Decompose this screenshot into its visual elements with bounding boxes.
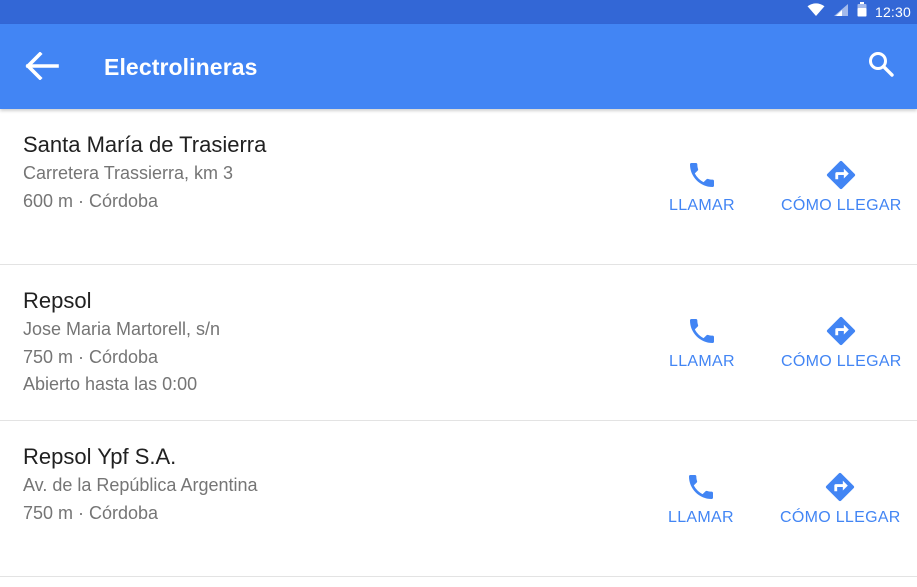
directions-button[interactable]: CÓMO LLEGAR (780, 469, 901, 527)
directions-icon (823, 313, 859, 349)
directions-button[interactable]: CÓMO LLEGAR (781, 313, 902, 371)
call-label: LLAMAR (669, 197, 735, 214)
station-name: Repsol (23, 288, 92, 313)
station-info: Santa María de Trasierra Carretera Trass… (23, 131, 266, 215)
directions-label: CÓMO LLEGAR (781, 353, 902, 370)
station-name: Santa María de Trasierra (23, 132, 267, 157)
list-item[interactable]: Repsol Jose Maria Martorell, s/n 750 m ·… (0, 265, 917, 421)
phone-icon (684, 313, 720, 349)
search-button[interactable] (859, 44, 903, 88)
call-button[interactable]: LLAMAR (669, 313, 735, 371)
wifi-icon (807, 2, 825, 22)
battery-icon (857, 2, 867, 22)
phone-icon (683, 469, 719, 505)
station-list: Santa María de Trasierra Carretera Trass… (0, 109, 917, 577)
call-button[interactable]: LLAMAR (669, 157, 735, 215)
list-item[interactable]: Repsol Ypf S.A. Av. de la República Arge… (0, 421, 917, 577)
directions-icon (823, 157, 859, 193)
station-info: Repsol Jose Maria Martorell, s/n 750 m ·… (23, 287, 220, 399)
station-distance: 750 m · Córdoba (23, 346, 159, 367)
status-bar: 12:30 (0, 0, 917, 24)
directions-icon (822, 469, 858, 505)
station-distance: 600 m · Córdoba (23, 190, 159, 211)
search-icon (867, 50, 895, 83)
station-name: Repsol Ypf S.A. (23, 444, 177, 469)
signal-icon (833, 3, 849, 22)
list-item[interactable]: Santa María de Trasierra Carretera Trass… (0, 109, 917, 265)
station-info: Repsol Ypf S.A. Av. de la República Arge… (23, 443, 258, 527)
call-label: LLAMAR (668, 509, 734, 526)
status-icons: 12:30 (807, 0, 917, 24)
page-title: Electrolineras (104, 54, 258, 80)
call-button[interactable]: LLAMAR (668, 469, 734, 527)
station-distance: 750 m · Córdoba (23, 502, 159, 523)
directions-button[interactable]: CÓMO LLEGAR (781, 157, 902, 215)
status-time: 12:30 (874, 4, 911, 20)
directions-label: CÓMO LLEGAR (780, 509, 901, 526)
station-address: Carretera Trassierra, km 3 (23, 163, 234, 183)
phone-icon (684, 157, 720, 193)
station-address: Jose Maria Martorell, s/n (23, 319, 221, 339)
directions-label: CÓMO LLEGAR (781, 197, 902, 214)
back-button[interactable] (20, 46, 64, 90)
call-label: LLAMAR (669, 353, 735, 370)
station-hours: Abierto hasta las 0:00 (23, 374, 198, 394)
station-address: Av. de la República Argentina (23, 475, 258, 495)
arrow-back-icon (25, 50, 59, 85)
app-bar: Electrolineras (0, 24, 917, 109)
